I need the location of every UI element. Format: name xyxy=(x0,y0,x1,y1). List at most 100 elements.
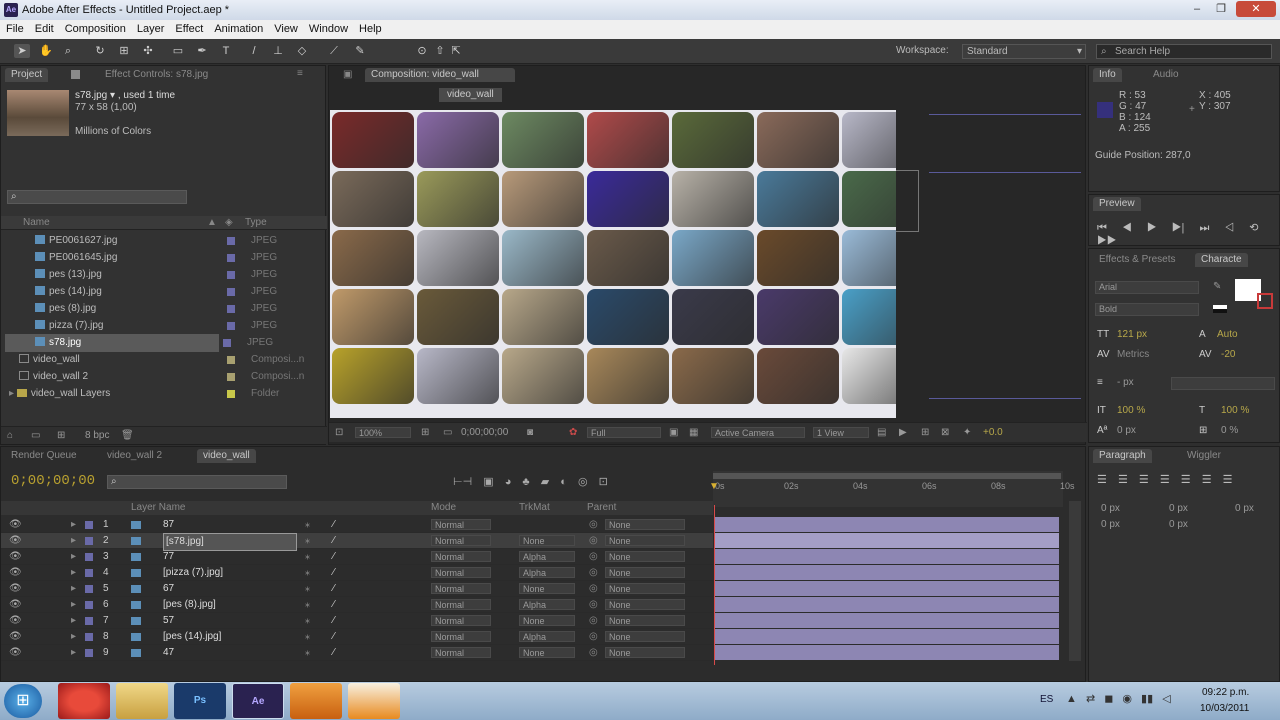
font-style-dropdown[interactable]: Bold xyxy=(1095,303,1199,316)
list-item[interactable]: video_wall Composi...n xyxy=(5,351,323,369)
swap-colors-icon[interactable] xyxy=(1213,305,1227,313)
tab-project[interactable]: Project xyxy=(5,68,49,82)
expand-arrow-icon[interactable]: ▸ xyxy=(9,388,17,399)
exposure-value[interactable]: +0.0 xyxy=(983,427,1003,438)
menu-edit[interactable]: Edit xyxy=(35,23,54,35)
eye-icon[interactable]: 👁 xyxy=(9,549,22,565)
parent-dropdown[interactable]: None xyxy=(605,631,685,642)
transparency-icon[interactable]: ▦ xyxy=(689,427,698,438)
layer-duration-bar[interactable] xyxy=(715,645,1059,660)
menu-effect[interactable]: Effect xyxy=(175,23,203,35)
reset-exposure-icon[interactable]: ✦ xyxy=(963,427,971,438)
timeline-scrollbar[interactable] xyxy=(1069,501,1081,661)
eye-icon[interactable]: 👁 xyxy=(9,597,22,613)
rectangle-tool-icon[interactable]: ▭ xyxy=(170,44,186,58)
parent-dropdown[interactable]: None xyxy=(605,615,685,626)
comp-mini-flowchart-icon[interactable]: ⊢⊣ xyxy=(453,476,472,488)
bpc-button[interactable]: 8 bpc xyxy=(85,430,109,441)
roto-brush-icon[interactable]: ⟋ xyxy=(326,44,342,58)
pen-tool-icon[interactable]: ✒ xyxy=(194,44,210,58)
space-before-value[interactable]: 0 px xyxy=(1101,519,1120,530)
mediaplayer-taskbar-button[interactable] xyxy=(290,683,342,719)
minimize-icon[interactable]: – xyxy=(1186,1,1208,17)
col-type[interactable]: Type xyxy=(245,217,267,228)
label-tag-icon[interactable]: ◈ xyxy=(225,217,233,228)
quality-switch-icon[interactable]: ⁄ xyxy=(333,613,335,629)
col-name[interactable]: Name xyxy=(23,217,50,228)
label-color-swatch[interactable] xyxy=(85,521,93,529)
pickwhip-icon[interactable]: ◎ xyxy=(589,645,598,661)
menu-window[interactable]: Window xyxy=(309,23,348,35)
list-item[interactable]: PE0061627.jpg JPEG xyxy=(5,232,323,250)
parent-dropdown[interactable]: None xyxy=(605,535,685,546)
shy-switch-icon[interactable]: ⁎ xyxy=(305,613,310,629)
mask-icon[interactable]: ▭ xyxy=(443,427,452,438)
eye-icon[interactable]: 👁 xyxy=(9,517,22,533)
label-color-swatch[interactable] xyxy=(85,537,93,545)
justify-right-icon[interactable]: ☰ xyxy=(1202,474,1212,486)
list-item[interactable]: pes (13).jpg JPEG xyxy=(5,266,323,284)
tab-paragraph[interactable]: Paragraph xyxy=(1093,449,1152,463)
tab-composition[interactable]: Composition: video_wall xyxy=(365,68,515,82)
col-parent[interactable]: Parent xyxy=(587,502,616,513)
tracking-value[interactable]: -20 xyxy=(1221,349,1235,360)
brush-tool-icon[interactable]: / xyxy=(246,44,262,58)
project-search-input[interactable]: ⌕ xyxy=(7,190,187,204)
tab-info[interactable]: Info xyxy=(1093,68,1122,82)
shy-switch-icon[interactable]: ⁎ xyxy=(305,533,310,549)
list-item[interactable]: video_wall 2 Composi...n xyxy=(5,368,323,386)
tab-wiggler[interactable]: Wiggler xyxy=(1181,449,1227,463)
motion-blur-icon[interactable]: ◐ xyxy=(560,476,567,488)
quality-switch-icon[interactable]: ⁄ xyxy=(333,565,335,581)
rotate-tool-icon[interactable]: ↻ xyxy=(92,44,108,58)
font-family-dropdown[interactable]: Arial xyxy=(1095,281,1199,294)
timeline-layer-row[interactable]: 👁 ▸ 7 57 ⁎ ⁄ Normal None ◎ None xyxy=(1,613,713,629)
comp-nav-label[interactable]: video_wall xyxy=(439,88,502,102)
timeline-layer-row[interactable]: 👁 ▸ 2 [s78.jpg] ⁎ ⁄ Normal None ◎ None xyxy=(1,533,713,551)
expand-arrow-icon[interactable]: ▸ xyxy=(71,533,76,549)
timeline-layer-row[interactable]: 👁 ▸ 9 47 ⁎ ⁄ Normal None ◎ None xyxy=(1,645,713,661)
interpret-footage-icon[interactable]: ⌂ xyxy=(7,430,13,441)
language-indicator[interactable]: ES xyxy=(1040,694,1053,705)
lock-icon[interactable]: ▣ xyxy=(343,69,352,80)
stroke-color-swatch[interactable] xyxy=(1257,293,1273,309)
pickwhip-icon[interactable]: ◎ xyxy=(589,533,598,549)
zoom-dropdown[interactable]: 100% xyxy=(355,427,411,438)
new-folder-icon[interactable]: ▭ xyxy=(31,430,40,441)
blend-mode-dropdown[interactable]: Normal xyxy=(431,567,491,578)
label-color-swatch[interactable] xyxy=(85,601,93,609)
list-item[interactable]: pes (8).jpg JPEG xyxy=(5,300,323,318)
clock-time[interactable]: 09:22 p.m. xyxy=(1202,687,1249,698)
label-color-swatch[interactable] xyxy=(85,617,93,625)
label-color-swatch[interactable] xyxy=(85,585,93,593)
parent-dropdown[interactable]: None xyxy=(605,583,685,594)
shy-switch-icon[interactable]: ⁎ xyxy=(305,565,310,581)
shy-switch-icon[interactable]: ⁎ xyxy=(305,597,310,613)
layer-duration-bar[interactable] xyxy=(715,613,1059,628)
timeline-search-input[interactable]: ⌕ xyxy=(107,475,287,489)
quality-switch-icon[interactable]: ⁄ xyxy=(333,517,335,533)
channel-icon[interactable]: ✿ xyxy=(569,427,577,438)
clone-stamp-icon[interactable]: ⊥ xyxy=(270,44,286,58)
live-update-icon[interactable]: ▣ xyxy=(483,476,493,488)
menu-animation[interactable]: Animation xyxy=(214,23,263,35)
work-area-bar[interactable] xyxy=(713,473,1061,479)
workspace-dropdown[interactable]: Standard ▾ xyxy=(962,44,1086,59)
font-size-value[interactable]: 121 px xyxy=(1117,329,1147,340)
comp-viewer-video-wall[interactable] xyxy=(330,110,896,418)
list-item[interactable]: PE0061645.jpg JPEG xyxy=(5,249,323,267)
label-color-swatch[interactable] xyxy=(85,633,93,641)
play-icon[interactable]: ▶ xyxy=(1147,222,1157,234)
justify-center-icon[interactable]: ☰ xyxy=(1181,474,1191,486)
label-color-swatch[interactable] xyxy=(85,649,93,657)
track-matte-dropdown[interactable]: Alpha xyxy=(519,567,575,578)
layer-name[interactable]: 87 xyxy=(163,517,174,533)
lock-icon[interactable] xyxy=(71,70,80,79)
world-axis-icon[interactable]: ⇱ xyxy=(448,44,464,58)
zoom-tool-icon[interactable]: ⌕ xyxy=(60,44,76,58)
selection-tool-icon[interactable]: ➤ xyxy=(14,44,30,58)
layer-duration-bar[interactable] xyxy=(715,533,1059,548)
parent-dropdown[interactable]: None xyxy=(605,519,685,530)
shy-switch-icon[interactable]: ⁎ xyxy=(305,645,310,661)
tab-character[interactable]: Characte xyxy=(1195,253,1248,267)
